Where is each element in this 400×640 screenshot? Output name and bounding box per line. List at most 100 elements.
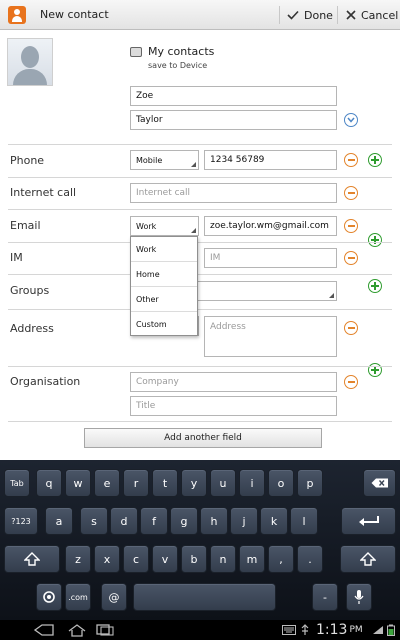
divider [8, 309, 392, 310]
title-field[interactable]: Title [130, 396, 337, 416]
key-c[interactable]: c [123, 545, 149, 573]
home-button[interactable] [68, 620, 86, 640]
dropdown-option-home[interactable]: Home [131, 262, 197, 287]
cancel-button[interactable]: Cancel [346, 0, 398, 30]
address-field[interactable]: Address [204, 316, 337, 357]
system-bar: 1:13 PM [0, 620, 400, 640]
key-m[interactable]: m [239, 545, 265, 573]
symbols-key[interactable]: ?123 [4, 507, 38, 535]
key-h[interactable]: h [200, 507, 228, 535]
remove-organisation-button[interactable] [344, 375, 358, 389]
at-key[interactable]: @ [101, 583, 127, 611]
back-icon [34, 624, 54, 636]
key-o[interactable]: o [268, 469, 294, 497]
phone-label: Phone [10, 154, 45, 167]
backspace-icon [371, 478, 388, 488]
key-j[interactable]: j [230, 507, 258, 535]
remove-phone-button[interactable] [344, 153, 358, 167]
remove-address-button[interactable] [344, 321, 358, 335]
phone-field[interactable]: 1234 56789 [204, 150, 337, 170]
im-label: IM [10, 251, 23, 264]
key-x[interactable]: x [94, 545, 120, 573]
checkmark-icon [287, 10, 299, 20]
key-r[interactable]: r [123, 469, 149, 497]
remove-im-button[interactable] [344, 251, 358, 265]
key-b[interactable]: b [181, 545, 207, 573]
microphone-icon [354, 590, 364, 604]
recent-apps-button[interactable] [96, 620, 114, 640]
internet-call-label: Internet call [10, 186, 77, 199]
email-field[interactable]: zoe.taylor.wm@gmail.com [204, 216, 337, 236]
battery-icon [387, 620, 395, 640]
shift-key-right[interactable] [340, 545, 396, 573]
tab-key[interactable]: Tab [4, 469, 30, 497]
key-g[interactable]: g [170, 507, 198, 535]
key-t[interactable]: t [152, 469, 178, 497]
im-field[interactable]: IM [204, 248, 337, 268]
account-name[interactable]: My contacts [148, 45, 214, 58]
dropdown-option-other[interactable]: Other [131, 287, 197, 312]
company-field[interactable]: Company [130, 372, 337, 392]
key-d[interactable]: d [110, 507, 138, 535]
address-label: Address [10, 322, 54, 335]
done-button[interactable]: Done [287, 0, 333, 30]
enter-icon [358, 516, 379, 526]
key-n[interactable]: n [210, 545, 236, 573]
clock-time: 1:13 [316, 622, 348, 638]
add-another-field-button[interactable]: Add another field [84, 428, 322, 448]
chevron-down-icon [347, 117, 355, 123]
clock-ampm: PM [349, 625, 363, 635]
divider [8, 274, 392, 275]
key-p[interactable]: p [297, 469, 323, 497]
phone-type-select[interactable]: Mobile [130, 150, 199, 170]
backspace-key[interactable] [363, 469, 396, 497]
key-k[interactable]: k [260, 507, 288, 535]
internet-call-field[interactable]: Internet call [130, 183, 337, 203]
remove-email-button[interactable] [344, 219, 358, 233]
divider [8, 144, 392, 145]
expand-name-button[interactable] [344, 113, 358, 127]
remove-internet-call-button[interactable] [344, 186, 358, 200]
divider [8, 421, 392, 422]
key-f[interactable]: f [140, 507, 168, 535]
key-z[interactable]: z [65, 545, 91, 573]
key-q[interactable]: q [36, 469, 62, 497]
key-l[interactable]: l [290, 507, 318, 535]
comma-key[interactable]: , [268, 545, 294, 573]
space-key[interactable] [133, 583, 276, 611]
enter-key[interactable] [341, 507, 396, 535]
add-phone-button[interactable] [368, 153, 382, 167]
email-type-select[interactable]: Work [130, 216, 199, 236]
dropdown-option-custom[interactable]: Custom [131, 312, 197, 337]
first-name-field[interactable]: Zoe [130, 86, 337, 106]
key-a[interactable]: a [45, 507, 73, 535]
screen-title: New contact [40, 8, 109, 21]
dropdown-option-work[interactable]: Work [131, 237, 197, 262]
back-button[interactable] [34, 620, 54, 640]
key-u[interactable]: u [210, 469, 236, 497]
usb-icon [300, 620, 310, 640]
contact-photo[interactable] [7, 38, 53, 86]
key-v[interactable]: v [152, 545, 178, 573]
recent-apps-icon [96, 624, 114, 636]
key-w[interactable]: w [65, 469, 91, 497]
shift-key-left[interactable] [4, 545, 60, 573]
keyboard-status-icon [282, 620, 296, 640]
add-email-button[interactable] [368, 233, 382, 247]
key-s[interactable]: s [80, 507, 108, 535]
shift-icon [24, 552, 40, 566]
dotcom-key[interactable]: .com [65, 583, 91, 611]
voice-settings-key[interactable] [36, 583, 62, 611]
add-im-button[interactable] [368, 279, 382, 293]
last-name-field[interactable]: Taylor [130, 110, 337, 130]
period-key[interactable]: . [297, 545, 323, 573]
key-i[interactable]: i [239, 469, 265, 497]
key-e[interactable]: e [94, 469, 120, 497]
key-y[interactable]: y [181, 469, 207, 497]
dash-key[interactable]: - [312, 583, 338, 611]
cancel-label: Cancel [361, 8, 399, 22]
home-icon [68, 623, 86, 637]
email-type-dropdown: Work Home Other Custom [130, 236, 198, 336]
microphone-key[interactable] [346, 583, 372, 611]
action-bar: New contact Done Cancel [0, 0, 400, 30]
